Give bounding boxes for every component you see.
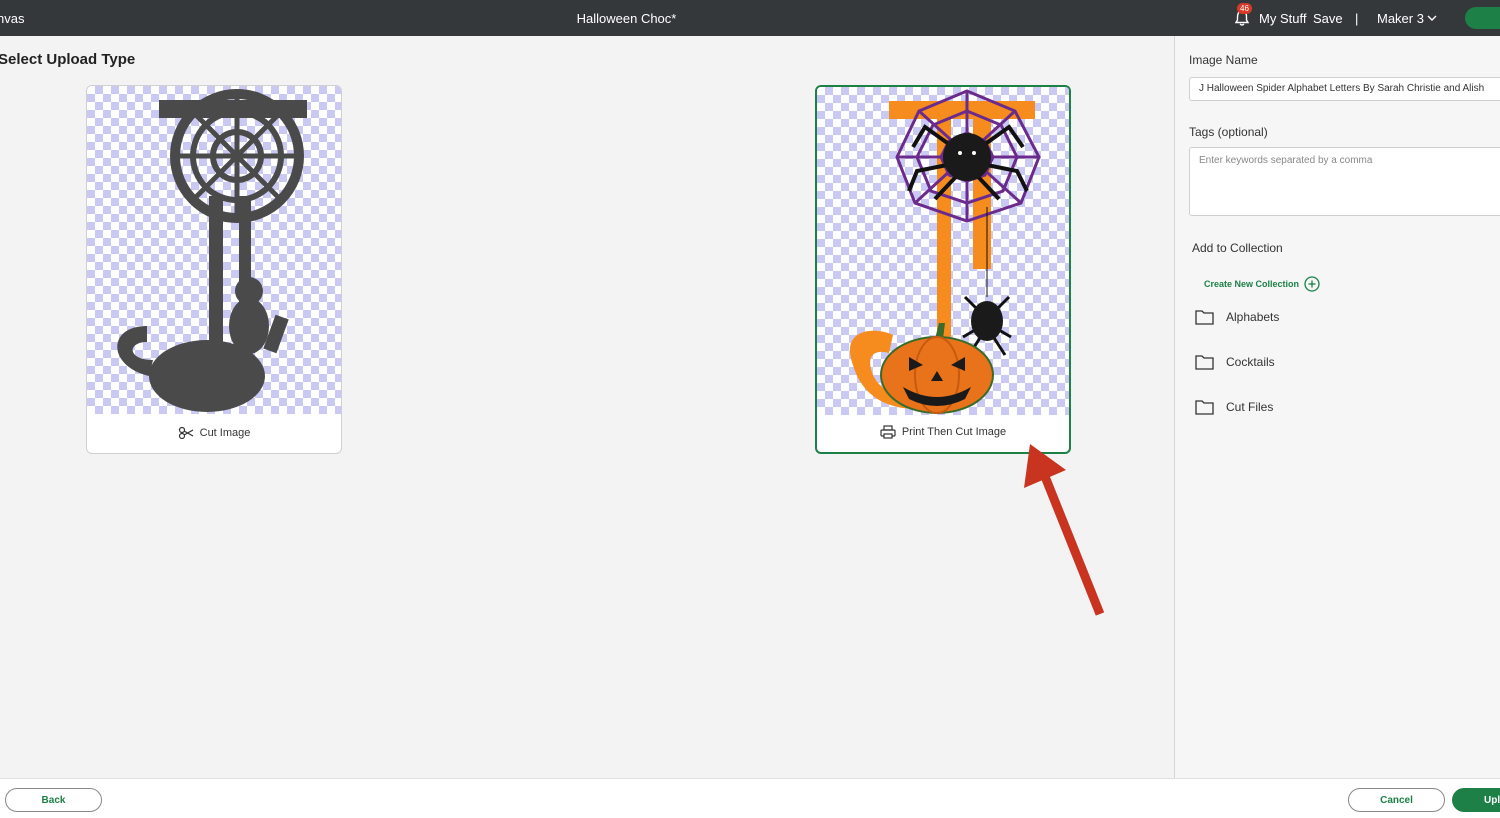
image-name-label: Image Name bbox=[1189, 53, 1258, 67]
machine-selector[interactable]: Maker 3 bbox=[1377, 11, 1424, 26]
divider: | bbox=[1355, 11, 1359, 26]
upload-button[interactable]: Upl bbox=[1452, 788, 1500, 812]
collection-item-alphabets[interactable]: Alphabets bbox=[1195, 309, 1279, 325]
footer-bar: Back Cancel Upl bbox=[0, 778, 1500, 818]
create-collection-label: Create New Collection bbox=[1204, 279, 1300, 289]
make-button[interactable] bbox=[1465, 7, 1500, 29]
folder-icon bbox=[1195, 310, 1214, 325]
chevron-down-icon[interactable] bbox=[1426, 12, 1438, 24]
collection-item-cut-files[interactable]: Cut Files bbox=[1195, 399, 1273, 415]
tags-field[interactable]: Enter keywords separated by a comma bbox=[1189, 147, 1500, 216]
folder-icon bbox=[1195, 400, 1214, 415]
cut-image-option[interactable]: Cut Image bbox=[87, 413, 341, 453]
tags-label: Tags (optional) bbox=[1189, 125, 1268, 139]
halloween-letter-image bbox=[849, 89, 1041, 414]
print-then-cut-preview bbox=[817, 87, 1069, 415]
back-button[interactable]: Back bbox=[5, 788, 102, 812]
collection-name: Cocktails bbox=[1226, 355, 1275, 369]
plus-circle-icon bbox=[1304, 276, 1320, 292]
annotation-arrow-icon bbox=[1024, 444, 1105, 616]
save-button[interactable]: Save bbox=[1313, 11, 1343, 26]
image-details-panel: Image Name J Halloween Spider Alphabet L… bbox=[1174, 36, 1500, 778]
collection-name: Alphabets bbox=[1226, 310, 1280, 324]
notification-badge: 46 bbox=[1237, 3, 1252, 14]
folder-icon bbox=[1195, 355, 1214, 370]
image-name-field[interactable]: J Halloween Spider Alphabet Letters By S… bbox=[1189, 77, 1500, 101]
collection-item-cocktails[interactable]: Cocktails bbox=[1195, 354, 1275, 370]
scissors-icon bbox=[178, 426, 193, 440]
cut-image-preview bbox=[87, 86, 341, 414]
add-to-collection-label: Add to Collection bbox=[1192, 241, 1283, 255]
print-then-cut-label: Print Then Cut Image bbox=[901, 426, 1007, 438]
my-stuff-link[interactable]: My Stuff bbox=[1259, 11, 1306, 26]
create-collection-button[interactable]: Create New Collection bbox=[1204, 276, 1320, 292]
top-bar: nvas Halloween Choc* 46 My Stuff Save | … bbox=[0, 0, 1500, 36]
collection-name: Cut Files bbox=[1226, 400, 1274, 414]
silhouette-image bbox=[117, 89, 307, 412]
printer-icon bbox=[880, 425, 896, 439]
tags-placeholder: Enter keywords separated by a comma bbox=[1199, 155, 1373, 166]
cut-image-card[interactable]: Cut Image bbox=[86, 85, 342, 454]
document-title: Halloween Choc* bbox=[576, 11, 677, 26]
cancel-button[interactable]: Cancel bbox=[1348, 788, 1445, 812]
page-title: Select Upload Type bbox=[0, 51, 136, 68]
upload-type-area: Select Upload Type Cut Image Print Then … bbox=[0, 36, 1174, 778]
print-then-cut-card[interactable]: Print Then Cut Image bbox=[815, 85, 1071, 454]
cut-image-label: Cut Image bbox=[199, 427, 251, 439]
